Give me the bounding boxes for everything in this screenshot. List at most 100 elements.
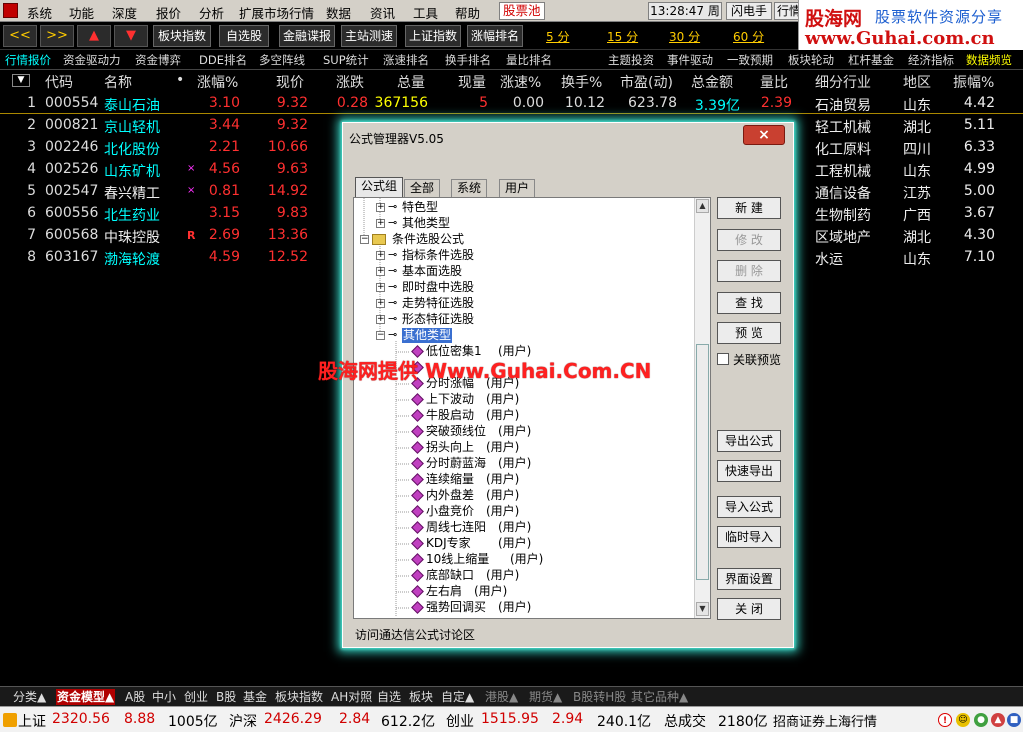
tree-formula-item[interactable]: 小盘竞价 (426, 504, 474, 519)
tab-dde-rank[interactable]: DDE排名 (199, 52, 247, 68)
tab-turnover-rank[interactable]: 换手排名 (445, 52, 491, 68)
col-change[interactable]: 涨跌 (336, 72, 364, 92)
bottom-tab[interactable]: 资金模型▲ (56, 689, 116, 705)
period-15min[interactable]: 15 分 (607, 28, 638, 45)
col-industry[interactable]: 细分行业 (815, 72, 871, 92)
bottom-tab[interactable]: 分类▲ (12, 689, 47, 705)
tab-data-overview[interactable]: 数据频览 (966, 52, 1012, 68)
preview-button[interactable]: 预 览 (717, 322, 781, 344)
col-volume[interactable]: 总量 (397, 72, 425, 92)
tree-folder-condition[interactable]: 条件选股公式 (392, 232, 464, 247)
tab-long-short[interactable]: 多空阵线 (259, 52, 305, 68)
back-button[interactable]: << (3, 25, 37, 47)
bottom-tab[interactable]: AH对照 (330, 689, 373, 705)
sh-index-button[interactable]: 上证指数 (405, 25, 461, 47)
menu-news[interactable]: 资讯 (370, 3, 395, 22)
delete-button[interactable]: 删 除 (717, 260, 781, 282)
ui-settings-button[interactable]: 界面设置 (717, 568, 781, 590)
col-name[interactable]: 名称 (104, 72, 132, 92)
menu-tools[interactable]: 工具 (413, 3, 438, 22)
tree-subgroup[interactable]: 基本面选股 (402, 264, 462, 279)
server-speedtest-button[interactable]: 主站测速 (341, 25, 397, 47)
temp-import-button[interactable]: 临时导入 (717, 526, 781, 548)
col-turnover[interactable]: 换手% (561, 72, 602, 92)
tab-economic-index[interactable]: 经济指标 (908, 52, 954, 68)
find-button[interactable]: 查 找 (717, 292, 781, 314)
tree-formula-item[interactable]: 内外盘差 (426, 488, 474, 503)
col-volume-ratio[interactable]: 量比 (760, 72, 788, 92)
smiley-icon[interactable]: ☺ (956, 713, 970, 727)
menu-help[interactable]: 帮助 (455, 3, 480, 22)
tree-formula-item[interactable]: 左右肩 (426, 584, 462, 599)
bottom-tab[interactable]: A股 (124, 689, 146, 705)
up-arrow-icon[interactable]: ▲ (77, 25, 111, 47)
connection-icon[interactable]: ● (974, 713, 988, 727)
tab-leverage-fund[interactable]: 杠杆基金 (848, 52, 894, 68)
tree-formula-item[interactable]: 突破颈线位 (426, 424, 486, 439)
tab-volume-ratio-rank[interactable]: 量比排名 (506, 52, 552, 68)
tab-fund-drive[interactable]: 资金驱动力 (63, 52, 121, 68)
collapse-icon[interactable]: − (360, 235, 369, 244)
tree-formula-item[interactable]: 上下波动 (426, 392, 474, 407)
tab-sup-stats[interactable]: SUP统计 (323, 52, 369, 68)
menu-depth[interactable]: 深度 (112, 3, 137, 22)
expand-icon[interactable]: + (376, 299, 385, 308)
tab-sector-rotation[interactable]: 板块轮动 (788, 52, 834, 68)
menu-system[interactable]: 系统 (27, 3, 52, 22)
tree-formula-item[interactable]: 10线上缩量 (426, 552, 489, 567)
link-preview-checkbox[interactable] (717, 353, 729, 365)
expand-icon[interactable]: + (376, 283, 385, 292)
tab-all[interactable]: 全部 (404, 179, 441, 197)
col-amount[interactable]: 总金额 (691, 72, 733, 92)
menu-extended-market[interactable]: 扩展市场行情 (239, 3, 314, 22)
tree-formula-item[interactable]: 分时蔚蓝海 (426, 456, 486, 471)
finance-intel-button[interactable]: 金融谍报 (279, 25, 335, 47)
forum-link[interactable]: 访问通达信公式讨论区 (355, 626, 475, 643)
tree-formula-item[interactable]: KDJ专家 (426, 536, 471, 551)
period-5min[interactable]: 5 分 (546, 28, 569, 45)
tab-system[interactable]: 系统 (451, 179, 488, 197)
expand-icon[interactable]: + (376, 203, 385, 212)
sort-dropdown-icon[interactable]: ▼ (12, 74, 30, 87)
tree-node-top[interactable]: 特色型 (402, 200, 438, 215)
tree-formula-item[interactable]: 周线七连阳 (426, 520, 486, 535)
signal-icon[interactable]: ▲ (991, 713, 1005, 727)
tab-consensus[interactable]: 一致预期 (727, 52, 773, 68)
tab-speed-rank[interactable]: 涨速排名 (383, 52, 429, 68)
tab-quote-report[interactable]: 行情报价 (5, 52, 51, 68)
bottom-tab[interactable]: 创业 (183, 689, 209, 705)
formula-tree[interactable]: + ⊸ 特色型 + ⊸ 其他类型 − 条件选股公式 + ⊸ 指标条件选股 + ⊸ 基本面选股 + ⊸ 即时盘中选… (353, 197, 711, 619)
scroll-thumb[interactable] (696, 344, 709, 580)
edit-button[interactable]: 修 改 (717, 229, 781, 251)
network-icon[interactable]: ■ (1007, 713, 1021, 727)
col-code[interactable]: 代码 (45, 72, 73, 92)
expand-icon[interactable]: + (376, 267, 385, 276)
tree-subgroup[interactable]: 形态特征选股 (402, 312, 474, 327)
tree-formula-item[interactable]: 牛股启动 (426, 408, 474, 423)
bottom-tab[interactable]: 期货▲ (528, 689, 563, 705)
new-button[interactable]: 新 建 (717, 197, 781, 219)
menu-analysis[interactable]: 分析 (199, 3, 224, 22)
tab-user[interactable]: 用户 (499, 179, 536, 197)
tree-subgroup[interactable]: 走势特征选股 (402, 296, 474, 311)
bottom-tab[interactable]: 其它品种▲ (630, 689, 689, 705)
col-pct[interactable]: 涨幅% (197, 72, 238, 92)
app-logo-icon[interactable] (3, 3, 18, 18)
expand-icon[interactable]: + (376, 219, 385, 228)
dialog-close-button[interactable]: 关 闭 (717, 598, 781, 620)
tab-event-driven[interactable]: 事件驱动 (667, 52, 713, 68)
flash-trade-button[interactable]: 闪电手 (726, 2, 772, 20)
alert-icon[interactable]: ! (938, 713, 952, 727)
import-formula-button[interactable]: 导入公式 (717, 496, 781, 518)
collapse-icon[interactable]: − (376, 331, 385, 340)
col-dot[interactable]: • (176, 72, 184, 88)
table-row[interactable]: 1 000554 泰山石油 3.10 9.32 0.28 367156 5 0.00 10.12 6… (0, 92, 1023, 114)
tree-formula-item[interactable]: 连续缩量 (426, 472, 474, 487)
period-30min[interactable]: 30 分 (669, 28, 700, 45)
export-formula-button[interactable]: 导出公式 (717, 430, 781, 452)
bottom-tab[interactable]: 港股▲ (484, 689, 519, 705)
col-current-volume[interactable]: 现量 (458, 72, 486, 92)
bottom-tab[interactable]: 中小 (151, 689, 177, 705)
bottom-tab[interactable]: 自选 (376, 689, 402, 705)
tab-formula-group[interactable]: 公式组 (355, 177, 404, 198)
